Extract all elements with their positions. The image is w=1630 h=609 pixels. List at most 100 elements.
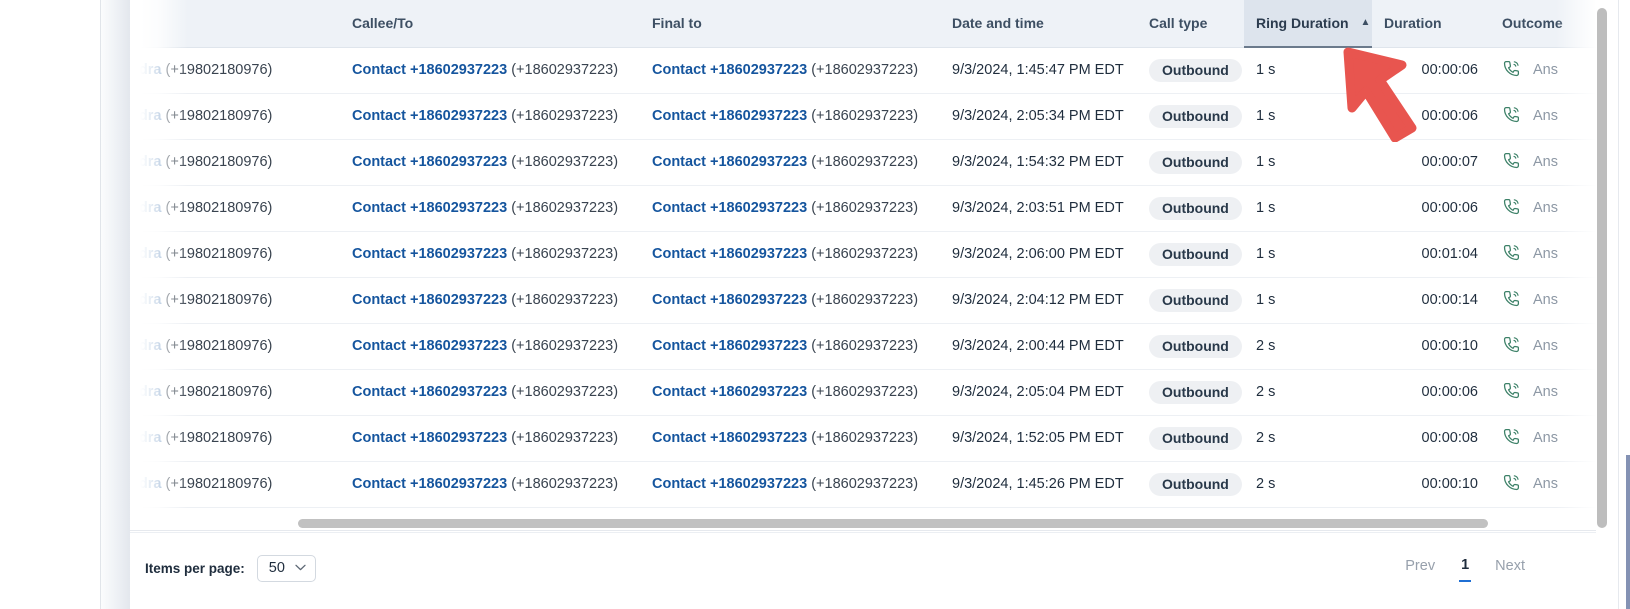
- cell-callee[interactable]: Contact +18602937223 (+18602937223): [340, 139, 640, 186]
- final-to-contact-link[interactable]: Contact +18602937223: [652, 476, 807, 492]
- table-scroll-region[interactable]: From Callee/To Final to Date and time Ca: [130, 0, 1602, 528]
- callee-contact-link[interactable]: Contact +18602937223: [352, 338, 507, 354]
- callee-contact-link[interactable]: Contact +18602937223: [352, 62, 507, 78]
- cell-date-and-time: 9/3/2024, 1:45:47 PM EDT: [940, 47, 1137, 94]
- final-to-contact-link[interactable]: Contact +18602937223: [652, 384, 807, 400]
- pagination-prev-button[interactable]: Prev: [1403, 556, 1437, 581]
- column-header-outcome[interactable]: Outcome: [1490, 0, 1602, 48]
- from-contact-link[interactable]: Saavedra: [130, 62, 162, 78]
- cell-from[interactable]: Saavedra (+19802180976): [130, 139, 340, 186]
- column-header-from[interactable]: From: [130, 0, 340, 48]
- pagination-page-1[interactable]: 1: [1459, 555, 1472, 582]
- column-header-call-type[interactable]: Call type: [1137, 0, 1244, 48]
- table-row[interactable]: Saavedra (+19802180976)Contact +18602937…: [130, 185, 1602, 232]
- vertical-scrollbar-thumb[interactable]: [1597, 8, 1607, 528]
- cell-final-to[interactable]: Contact +18602937223 (+18602937223): [640, 415, 940, 462]
- from-contact-link[interactable]: Saavedra: [130, 384, 162, 400]
- from-contact-link[interactable]: Saavedra: [130, 200, 162, 216]
- final-to-contact-link[interactable]: Contact +18602937223: [652, 200, 807, 216]
- cell-from[interactable]: Saavedra (+19802180976): [130, 185, 340, 232]
- cell-duration: 00:00:10: [1372, 461, 1490, 508]
- column-header-call-type-label: Call type: [1149, 15, 1208, 32]
- from-contact-link[interactable]: Saavedra: [130, 338, 162, 354]
- horizontal-scrollbar[interactable]: [130, 515, 1602, 531]
- final-to-contact-link[interactable]: Contact +18602937223: [652, 430, 807, 446]
- final-to-phone-number: (+18602937223): [811, 108, 919, 124]
- cell-from[interactable]: Saavedra (+19802180976): [130, 93, 340, 140]
- answered-call-icon: [1502, 151, 1521, 174]
- cell-final-to[interactable]: Contact +18602937223 (+18602937223): [640, 277, 940, 324]
- column-header-duration[interactable]: Duration: [1372, 0, 1490, 48]
- callee-contact-link[interactable]: Contact +18602937223: [352, 292, 507, 308]
- table-row[interactable]: Saavedra (+19802180976)Contact +18602937…: [130, 139, 1602, 186]
- from-contact-link[interactable]: Saavedra: [130, 154, 162, 170]
- cell-final-to[interactable]: Contact +18602937223 (+18602937223): [640, 139, 940, 186]
- from-contact-link[interactable]: Saavedra: [130, 246, 162, 262]
- cell-final-to[interactable]: Contact +18602937223 (+18602937223): [640, 369, 940, 416]
- final-to-contact-link[interactable]: Contact +18602937223: [652, 108, 807, 124]
- cell-callee[interactable]: Contact +18602937223 (+18602937223): [340, 231, 640, 278]
- cell-callee[interactable]: Contact +18602937223 (+18602937223): [340, 323, 640, 370]
- cell-from[interactable]: Saavedra (+19802180976): [130, 277, 340, 324]
- column-header-final-to[interactable]: Final to: [640, 0, 940, 48]
- table-row[interactable]: Saavedra (+19802180976)Contact +18602937…: [130, 47, 1602, 94]
- final-to-contact-link[interactable]: Contact +18602937223: [652, 154, 807, 170]
- final-to-contact-link[interactable]: Contact +18602937223: [652, 246, 807, 262]
- cell-from[interactable]: Saavedra (+19802180976): [130, 323, 340, 370]
- cell-final-to[interactable]: Contact +18602937223 (+18602937223): [640, 47, 940, 94]
- cell-callee[interactable]: Contact +18602937223 (+18602937223): [340, 47, 640, 94]
- callee-contact-link[interactable]: Contact +18602937223: [352, 430, 507, 446]
- from-contact-link[interactable]: Saavedra: [130, 476, 162, 492]
- cell-from[interactable]: Saavedra (+19802180976): [130, 461, 340, 508]
- final-to-contact-link[interactable]: Contact +18602937223: [652, 338, 807, 354]
- table-row[interactable]: Saavedra (+19802180976)Contact +18602937…: [130, 415, 1602, 462]
- items-per-page-select[interactable]: 50: [256, 555, 316, 582]
- cell-final-to[interactable]: Contact +18602937223 (+18602937223): [640, 323, 940, 370]
- cell-from[interactable]: Saavedra (+19802180976): [130, 47, 340, 94]
- cell-callee[interactable]: Contact +18602937223 (+18602937223): [340, 369, 640, 416]
- cell-from[interactable]: Saavedra (+19802180976): [130, 369, 340, 416]
- cell-callee[interactable]: Contact +18602937223 (+18602937223): [340, 461, 640, 508]
- callee-contact-link[interactable]: Contact +18602937223: [352, 200, 507, 216]
- cell-callee[interactable]: Contact +18602937223 (+18602937223): [340, 415, 640, 462]
- callee-contact-link[interactable]: Contact +18602937223: [352, 246, 507, 262]
- cell-duration: 00:00:10: [1372, 323, 1490, 370]
- call-type-badge: Outbound: [1149, 288, 1242, 312]
- callee-contact-link[interactable]: Contact +18602937223: [352, 108, 507, 124]
- cell-from[interactable]: Saavedra (+19802180976): [130, 415, 340, 462]
- callee-contact-link[interactable]: Contact +18602937223: [352, 476, 507, 492]
- cell-outcome: Ans: [1490, 231, 1602, 278]
- cell-callee[interactable]: Contact +18602937223 (+18602937223): [340, 277, 640, 324]
- final-to-contact-link[interactable]: Contact +18602937223: [652, 62, 807, 78]
- table-row[interactable]: Saavedra (+19802180976)Contact +18602937…: [130, 277, 1602, 324]
- from-contact-link[interactable]: Saavedra: [130, 108, 162, 124]
- from-contact-link[interactable]: Saavedra: [130, 430, 162, 446]
- items-per-page-label: Items per page:: [145, 561, 245, 576]
- final-to-contact-link[interactable]: Contact +18602937223: [652, 292, 807, 308]
- callee-contact-link[interactable]: Contact +18602937223: [352, 154, 507, 170]
- from-contact-link[interactable]: Saavedra: [130, 292, 162, 308]
- cell-final-to[interactable]: Contact +18602937223 (+18602937223): [640, 231, 940, 278]
- outcome-text: Ans: [1533, 476, 1558, 492]
- horizontal-scrollbar-thumb[interactable]: [298, 519, 1488, 528]
- column-header-date-and-time[interactable]: Date and time: [940, 0, 1137, 48]
- column-header-ring-duration[interactable]: Ring Duration ▲: [1244, 0, 1372, 48]
- table-row[interactable]: Saavedra (+19802180976)Contact +18602937…: [130, 231, 1602, 278]
- column-header-callee[interactable]: Callee/To: [340, 0, 640, 48]
- cell-ring-duration: 1 s: [1244, 93, 1372, 140]
- pagination-next-button[interactable]: Next: [1493, 556, 1527, 581]
- cell-from[interactable]: Saavedra (+19802180976): [130, 231, 340, 278]
- callee-contact-link[interactable]: Contact +18602937223: [352, 384, 507, 400]
- table-row[interactable]: Saavedra (+19802180976)Contact +18602937…: [130, 369, 1602, 416]
- cell-outcome: Ans: [1490, 93, 1602, 140]
- cell-callee[interactable]: Contact +18602937223 (+18602937223): [340, 93, 640, 140]
- table-row[interactable]: Saavedra (+19802180976)Contact +18602937…: [130, 93, 1602, 140]
- cell-callee[interactable]: Contact +18602937223 (+18602937223): [340, 185, 640, 232]
- cell-final-to[interactable]: Contact +18602937223 (+18602937223): [640, 461, 940, 508]
- cell-duration: 00:01:04: [1372, 231, 1490, 278]
- cell-final-to[interactable]: Contact +18602937223 (+18602937223): [640, 185, 940, 232]
- cell-duration: 00:00:06: [1372, 47, 1490, 94]
- table-row[interactable]: Saavedra (+19802180976)Contact +18602937…: [130, 461, 1602, 508]
- table-row[interactable]: Saavedra (+19802180976)Contact +18602937…: [130, 323, 1602, 370]
- cell-final-to[interactable]: Contact +18602937223 (+18602937223): [640, 93, 940, 140]
